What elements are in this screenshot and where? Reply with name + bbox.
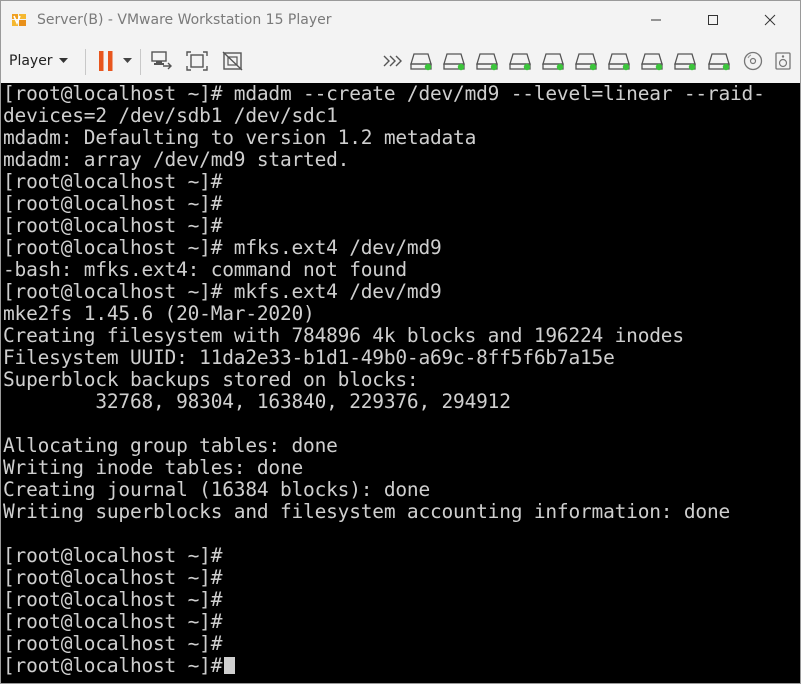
pause-button[interactable] (94, 49, 118, 73)
terminal-line: Allocating group tables: done (3, 434, 338, 457)
window-title: Server(B) - VMware Workstation 15 Player (37, 12, 332, 28)
cd-dvd-device-button[interactable] (741, 49, 765, 73)
pause-icon (99, 51, 113, 71)
dropdown-arrow-icon (122, 58, 132, 63)
hard-disk-device-button[interactable] (574, 49, 598, 73)
terminal-line: [root@localhost ~]# (3, 655, 236, 677)
toolbar-divider (85, 49, 86, 75)
hdd-device-icon (410, 53, 432, 71)
toolbar-divider (140, 49, 141, 75)
hdd-device-icon (708, 53, 730, 71)
terminal-line: mke2fs 1.45.6 (20-Mar-2020) (3, 302, 315, 325)
hard-disk-device-button[interactable] (475, 49, 499, 73)
hard-disk-device-button[interactable] (607, 49, 631, 73)
sound-device-button[interactable] (771, 49, 795, 73)
vm-console-screen[interactable]: [root@localhost ~]# mdadm --create /dev/… (1, 83, 800, 683)
terminal-line: [root@localhost ~]# (3, 610, 223, 633)
send-ctrl-alt-del-icon (151, 51, 172, 70)
terminal-cursor (224, 657, 236, 674)
hard-disk-device-button[interactable] (541, 49, 565, 73)
hard-disk-device-button[interactable] (409, 49, 433, 73)
vmware-player-window: Server(B) - VMware Workstation 15 Player… (0, 0, 801, 684)
player-menu-label: Player (9, 53, 53, 69)
fit-guest-button[interactable] (185, 49, 209, 73)
chevron-down-icon (58, 58, 68, 63)
minimize-icon (651, 19, 661, 21)
hdd-device-icon (575, 53, 597, 71)
close-button[interactable] (742, 1, 798, 39)
toolbar: Player (1, 39, 800, 83)
hard-disk-device-button[interactable] (707, 49, 731, 73)
more-devices-button[interactable] (380, 49, 404, 73)
close-icon (764, 14, 776, 26)
maximize-icon (708, 15, 718, 25)
more-devices-icon (383, 55, 402, 67)
send-ctrl-alt-del-button[interactable] (149, 49, 173, 73)
hdd-device-icon (542, 53, 564, 71)
terminal-line: Writing inode tables: done (3, 456, 304, 479)
terminal-line: [root@localhost ~]# (3, 544, 223, 567)
terminal-line: [root@localhost ~]# mdadm --create /dev/… (3, 83, 765, 105)
terminal-line: [root@localhost ~]# (3, 170, 223, 193)
hard-disk-device-button[interactable] (442, 49, 466, 73)
terminal-line: 32768, 98304, 163840, 229376, 294912 (3, 390, 511, 413)
terminal-line: mdadm: Defaulting to version 1.2 metadat… (3, 126, 477, 149)
terminal-line: Superblock backups stored on blocks: (3, 368, 419, 391)
sound-icon (775, 52, 791, 70)
terminal-line: [root@localhost ~]# mkfs.ext4 /dev/md9 (3, 280, 442, 303)
cd-dvd-icon (743, 51, 763, 71)
pause-dropdown-button[interactable] (119, 49, 135, 73)
terminal-line: Creating journal (16384 blocks): done (3, 478, 430, 501)
hard-disk-device-button[interactable] (673, 49, 697, 73)
terminal-line: Creating filesystem with 784896 4k block… (3, 324, 684, 347)
fit-guest-icon (186, 51, 208, 71)
terminal-line: [root@localhost ~]# (3, 632, 223, 655)
hard-disk-device-button[interactable] (508, 49, 532, 73)
unity-button[interactable] (221, 49, 245, 73)
terminal-line: devices=2 /dev/sdb1 /dev/sdc1 (3, 104, 338, 127)
hdd-device-icon (608, 53, 630, 71)
terminal-line: Filesystem UUID: 11da2e33-b1d1-49b0-a69c… (3, 346, 615, 369)
hdd-device-icon (641, 53, 663, 71)
player-menu-button[interactable]: Player (9, 49, 68, 73)
terminal-line: -bash: mfks.ext4: command not found (3, 258, 407, 281)
terminal-line: Writing superblocks and filesystem accou… (3, 500, 731, 523)
unity-icon (222, 51, 243, 71)
terminal-line: [root@localhost ~]# (3, 566, 223, 589)
hdd-device-icon (443, 53, 465, 71)
hard-disk-device-button[interactable] (640, 49, 664, 73)
hdd-device-icon (509, 53, 531, 71)
hdd-device-icon (476, 53, 498, 71)
terminal-line: [root@localhost ~]# mfks.ext4 /dev/md9 (3, 236, 442, 259)
terminal-line: [root@localhost ~]# (3, 192, 223, 215)
terminal-line: [root@localhost ~]# (3, 214, 223, 237)
terminal-line: [root@localhost ~]# (3, 588, 223, 611)
maximize-button[interactable] (685, 1, 741, 39)
hdd-device-icon (674, 53, 696, 71)
vmware-app-icon (10, 11, 28, 29)
minimize-button[interactable] (628, 1, 684, 39)
title-bar[interactable]: Server(B) - VMware Workstation 15 Player (1, 1, 800, 39)
terminal-line: mdadm: array /dev/md9 started. (3, 148, 350, 171)
